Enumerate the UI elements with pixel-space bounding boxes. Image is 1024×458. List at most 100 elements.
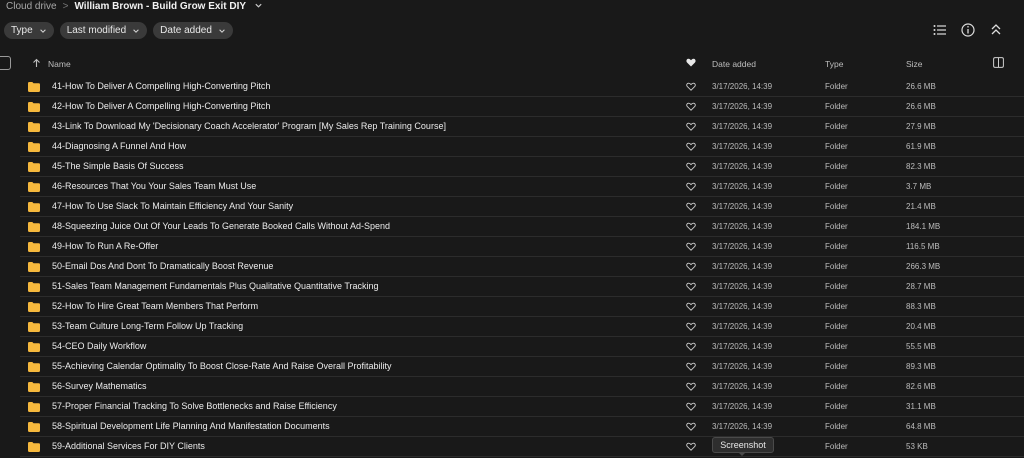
table-row[interactable]: 49-How To Run A Re-Offer 3/17/2026, 14:39… (20, 237, 1024, 257)
folder-icon (28, 382, 40, 392)
column-header-date-added[interactable]: Date added (712, 59, 756, 69)
row-type: Folder (825, 202, 848, 211)
favorite-heart-icon[interactable] (686, 182, 696, 192)
row-name[interactable]: 47-How To Use Slack To Maintain Efficien… (52, 201, 293, 211)
filter-type[interactable]: Type (4, 22, 54, 39)
column-settings-icon[interactable] (993, 57, 1004, 70)
row-name[interactable]: 48-Squeezing Juice Out Of Your Leads To … (52, 221, 390, 231)
breadcrumb-current-folder[interactable]: William Brown - Build Grow Exit DIY (74, 1, 246, 12)
list-view-icon[interactable] (932, 22, 948, 38)
column-header-size[interactable]: Size (906, 59, 923, 69)
row-date-added: 3/17/2026, 14:39 (712, 302, 773, 311)
favorite-heart-icon[interactable] (686, 422, 696, 432)
folder-icon (28, 262, 40, 272)
table-row[interactable]: 58-Spiritual Development Life Planning A… (20, 417, 1024, 437)
favorite-heart-icon[interactable] (686, 162, 696, 172)
folder-icon (28, 282, 40, 292)
row-size: 53 KB (906, 442, 928, 451)
table-row[interactable]: 54-CEO Daily Workflow 3/17/2026, 14:39 Fol… (20, 337, 1024, 357)
favorite-heart-icon[interactable] (686, 82, 696, 92)
favorite-heart-icon[interactable] (686, 222, 696, 232)
breadcrumb: Cloud drive > William Brown - Build Grow… (6, 0, 263, 12)
row-date-added: 3/17/2026, 14:39 (712, 422, 773, 431)
breadcrumb-root[interactable]: Cloud drive (6, 1, 57, 12)
row-date-added: 3/17/2026, 14:39 (712, 382, 773, 391)
row-size: 82.6 MB (906, 382, 936, 391)
row-name[interactable]: 41-How To Deliver A Compelling High-Conv… (52, 81, 270, 91)
table-row[interactable]: 44-Diagnosing A Funnel And How 3/17/2026,… (20, 137, 1024, 157)
favorite-heart-icon[interactable] (686, 362, 696, 372)
row-name[interactable]: 55-Achieving Calendar Optimality To Boos… (52, 361, 392, 371)
row-name[interactable]: 53-Team Culture Long-Term Follow Up Trac… (52, 321, 243, 331)
row-name[interactable]: 54-CEO Daily Workflow (52, 341, 146, 351)
row-name[interactable]: 58-Spiritual Development Life Planning A… (52, 421, 330, 431)
row-date-added: 3/17/2026, 14:39 (712, 102, 773, 111)
row-name[interactable]: 44-Diagnosing A Funnel And How (52, 141, 186, 151)
sort-arrow-up-icon[interactable] (32, 58, 41, 70)
row-size: 55.5 MB (906, 342, 936, 351)
table-row[interactable]: 45-The Simple Basis Of Success 3/17/2026,… (20, 157, 1024, 177)
favorite-heart-icon[interactable] (686, 102, 696, 112)
favorite-heart-icon[interactable] (686, 442, 696, 452)
row-size: 89.3 MB (906, 362, 936, 371)
row-name[interactable]: 49-How To Run A Re-Offer (52, 241, 158, 251)
view-toolbar (932, 22, 1004, 38)
row-size: 26.6 MB (906, 102, 936, 111)
table-row[interactable]: 43-Link To Download My 'Decisionary Coac… (20, 117, 1024, 137)
row-name[interactable]: 45-The Simple Basis Of Success (52, 161, 184, 171)
row-type: Folder (825, 342, 848, 351)
table-row[interactable]: 46-Resources That You Your Sales Team Mu… (20, 177, 1024, 197)
folder-icon (28, 402, 40, 412)
favorite-heart-icon[interactable] (686, 282, 696, 292)
table-row[interactable]: 47-How To Use Slack To Maintain Efficien… (20, 197, 1024, 217)
favorite-heart-icon[interactable] (686, 322, 696, 332)
column-header-name[interactable]: Name (48, 59, 71, 69)
favorite-heart-icon[interactable] (686, 262, 696, 272)
favorite-heart-icon[interactable] (686, 402, 696, 412)
row-name[interactable]: 51-Sales Team Management Fundamentals Pl… (52, 281, 379, 291)
row-name[interactable]: 42-How To Deliver A Compelling High-Conv… (52, 101, 270, 111)
favorite-heart-icon[interactable] (686, 302, 696, 312)
row-type: Folder (825, 382, 848, 391)
row-name[interactable]: 46-Resources That You Your Sales Team Mu… (52, 181, 256, 191)
table-row[interactable]: 55-Achieving Calendar Optimality To Boos… (20, 357, 1024, 377)
table-row[interactable]: 59-Additional Services For DIY Clients Fo… (20, 437, 1024, 457)
row-name[interactable]: 43-Link To Download My 'Decisionary Coac… (52, 121, 446, 131)
favorite-heart-icon[interactable] (686, 142, 696, 152)
folder-icon (28, 162, 40, 172)
row-name[interactable]: 56-Survey Mathematics (52, 381, 147, 391)
table-row[interactable]: 53-Team Culture Long-Term Follow Up Trac… (20, 317, 1024, 337)
row-name[interactable]: 50-Email Dos And Dont To Dramatically Bo… (52, 261, 273, 271)
table-row[interactable]: 41-How To Deliver A Compelling High-Conv… (20, 77, 1024, 97)
heart-filled-icon[interactable] (686, 58, 696, 69)
filter-date-added[interactable]: Date added (153, 22, 233, 39)
filter-bar: Type Last modified Date added (4, 22, 233, 39)
favorite-heart-icon[interactable] (686, 202, 696, 212)
table-row[interactable]: 50-Email Dos And Dont To Dramatically Bo… (20, 257, 1024, 277)
table-row[interactable]: 52-How To Hire Great Team Members That P… (20, 297, 1024, 317)
info-icon[interactable] (960, 22, 976, 38)
favorite-heart-icon[interactable] (686, 382, 696, 392)
collapse-icon[interactable] (988, 22, 1004, 38)
favorite-heart-icon[interactable] (686, 122, 696, 132)
favorite-heart-icon[interactable] (686, 342, 696, 352)
favorite-heart-icon[interactable] (686, 242, 696, 252)
row-name[interactable]: 52-How To Hire Great Team Members That P… (52, 301, 258, 311)
table-row[interactable]: 57-Proper Financial Tracking To Solve Bo… (20, 397, 1024, 417)
row-size: 184.1 MB (906, 222, 941, 231)
row-date-added: 3/17/2026, 14:39 (712, 222, 773, 231)
folder-icon (28, 362, 40, 372)
table-row[interactable]: 51-Sales Team Management Fundamentals Pl… (20, 277, 1024, 297)
table-row[interactable]: 48-Squeezing Juice Out Of Your Leads To … (20, 217, 1024, 237)
filter-last-modified[interactable]: Last modified (59, 22, 148, 39)
table-header: Name Date added Type Size (0, 53, 1024, 73)
table-row[interactable]: 42-How To Deliver A Compelling High-Conv… (20, 97, 1024, 117)
row-name[interactable]: 59-Additional Services For DIY Clients (52, 441, 205, 451)
filter-label: Type (11, 25, 33, 36)
row-type: Folder (825, 222, 848, 231)
column-header-type[interactable]: Type (825, 59, 843, 69)
filter-label: Date added (160, 25, 212, 36)
row-name[interactable]: 57-Proper Financial Tracking To Solve Bo… (52, 401, 337, 411)
table-row[interactable]: 56-Survey Mathematics 3/17/2026, 14:39 Fol… (20, 377, 1024, 397)
chevron-down-icon[interactable] (254, 1, 263, 12)
